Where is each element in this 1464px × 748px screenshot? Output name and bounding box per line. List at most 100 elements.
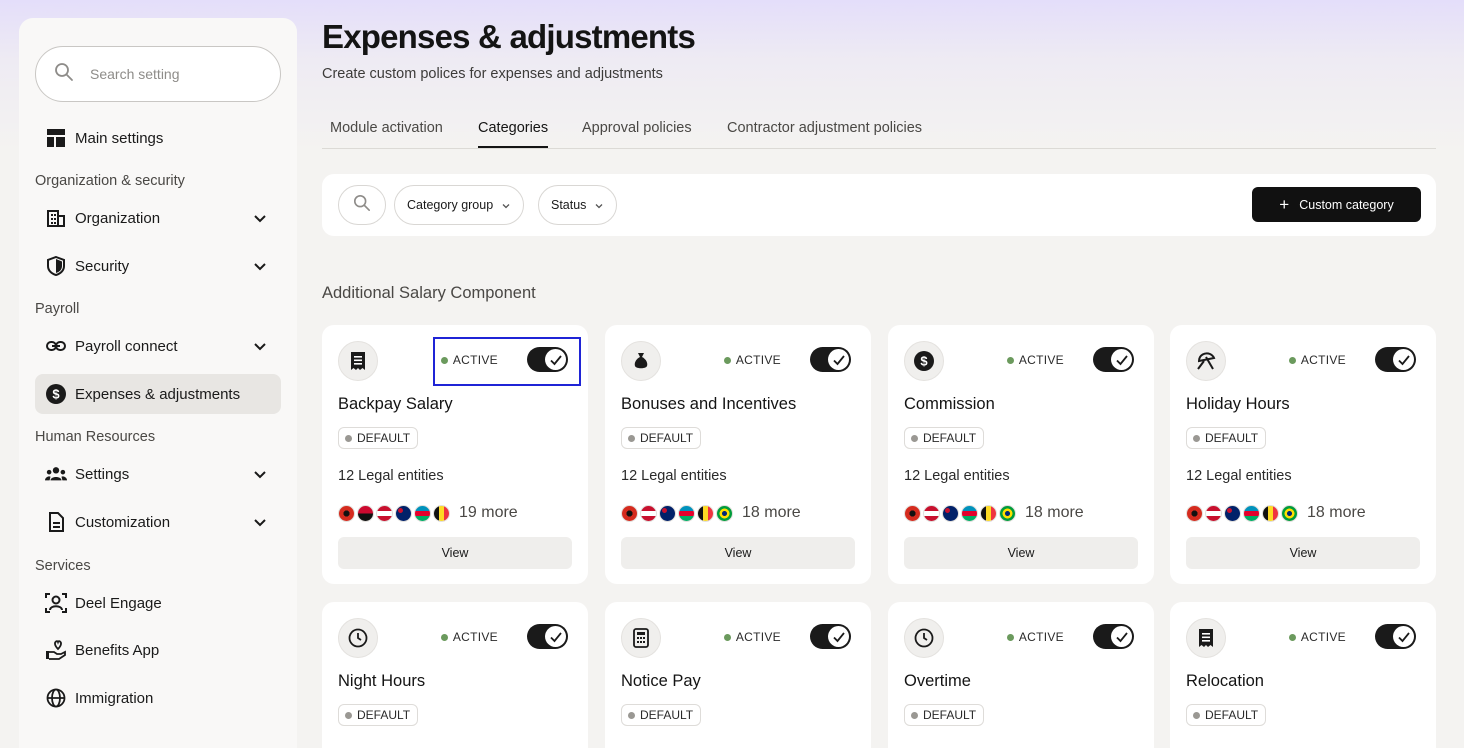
- status-text: ACTIVE: [1018, 630, 1064, 644]
- sidebar-item-payroll-connect[interactable]: Payroll connect: [35, 326, 281, 366]
- people-icon: [45, 463, 67, 485]
- badge-dot: [628, 434, 635, 442]
- category-name: Commission: [904, 395, 995, 413]
- filter-label: Status: [551, 198, 587, 212]
- legal-entities-count: 12 Legal entities: [338, 468, 444, 484]
- category-card: ACTIVE Notice Pay DEFAULT: [605, 602, 871, 748]
- default-badge: DEFAULT: [338, 704, 419, 726]
- tab-module-activation[interactable]: Module activation: [330, 120, 443, 146]
- badge-text: DEFAULT: [357, 431, 411, 445]
- flag-albania-icon: [621, 504, 638, 522]
- category-card: $ ACTIVE Commission DEFAULT 12 Legal ent…: [888, 325, 1154, 584]
- status-label: ACTIVE: [1006, 353, 1064, 367]
- tab-approval-policies[interactable]: Approval policies: [582, 120, 692, 146]
- chevron-down-icon[interactable]: [251, 337, 269, 355]
- sidebar-item-benefits-app[interactable]: Benefits App: [35, 630, 281, 670]
- sidebar-item-label: Organization: [75, 209, 161, 227]
- badge-text: DEFAULT: [1205, 431, 1259, 445]
- active-toggle[interactable]: [527, 624, 568, 649]
- badge-text: DEFAULT: [923, 708, 977, 722]
- status-text: ACTIVE: [735, 630, 781, 644]
- flag-belgium-icon: [433, 504, 450, 522]
- link-icon: [45, 335, 67, 357]
- badge-text: DEFAULT: [1205, 708, 1259, 722]
- clock-icon: [338, 618, 378, 658]
- flag-azerbaijan-icon: [678, 504, 695, 522]
- custom-category-button[interactable]: + Custom category: [1252, 187, 1421, 222]
- chevron-down-icon[interactable]: [251, 257, 269, 275]
- tab-contractor-adjustment-policies[interactable]: Contractor adjustment policies: [727, 120, 922, 146]
- category-card: ACTIVE Holiday Hours DEFAULT 12 Legal en…: [1170, 325, 1436, 584]
- chevron-down-icon[interactable]: [251, 465, 269, 483]
- active-dot: [723, 356, 731, 364]
- active-toggle[interactable]: [1375, 624, 1416, 649]
- category-card: ACTIVE Overtime DEFAULT: [888, 602, 1154, 748]
- legal-entities-count: 12 Legal entities: [621, 468, 727, 484]
- shield-icon: [45, 255, 67, 277]
- category-group-filter[interactable]: Category group: [394, 185, 525, 225]
- legal-entities-count: 12 Legal entities: [1186, 468, 1292, 484]
- money-bag-icon: [621, 341, 661, 381]
- default-badge: DEFAULT: [904, 704, 985, 726]
- chevron-down-icon[interactable]: [251, 209, 269, 227]
- view-button[interactable]: View: [338, 537, 572, 569]
- category-card: ACTIVE Backpay Salary DEFAULT 12 Legal e…: [322, 325, 588, 584]
- status-label: ACTIVE: [1288, 630, 1346, 644]
- sidebar-item-organization[interactable]: Organization: [35, 198, 281, 238]
- active-toggle[interactable]: [1093, 624, 1134, 649]
- default-badge: DEFAULT: [338, 427, 419, 449]
- flag-albania-icon: [904, 504, 921, 522]
- focus-highlight: [433, 337, 581, 386]
- sidebar-item-customization[interactable]: Customization: [35, 502, 281, 542]
- sidebar: Main settings Organization & security Or…: [19, 18, 297, 748]
- section-payroll: Payroll: [35, 301, 80, 317]
- search-setting-field[interactable]: [35, 46, 281, 102]
- default-badge: DEFAULT: [1186, 427, 1267, 449]
- flag-azerbaijan-icon: [961, 504, 978, 522]
- view-button[interactable]: View: [904, 537, 1138, 569]
- active-dot: [723, 633, 731, 641]
- badge-dot: [911, 711, 918, 719]
- flag-brazil-icon: [999, 504, 1016, 522]
- check-icon: [1111, 349, 1132, 370]
- search-button[interactable]: [338, 185, 386, 225]
- sidebar-item-immigration[interactable]: Immigration: [35, 678, 281, 718]
- active-toggle[interactable]: [810, 624, 851, 649]
- group-title: Additional Salary Component: [322, 284, 536, 302]
- default-badge: DEFAULT: [904, 427, 985, 449]
- sidebar-item-security[interactable]: Security: [35, 246, 281, 286]
- sidebar-item-expenses[interactable]: $ Expenses & adjustments: [35, 374, 281, 414]
- active-dot: [1288, 633, 1296, 641]
- flag-australia-icon: [942, 504, 959, 522]
- status-text: ACTIVE: [452, 630, 498, 644]
- check-icon: [1393, 349, 1414, 370]
- active-toggle[interactable]: [810, 347, 851, 372]
- sidebar-item-label: Customization: [75, 513, 171, 531]
- flag-azerbaijan-icon: [414, 504, 431, 522]
- active-toggle[interactable]: [1375, 347, 1416, 372]
- search-input[interactable]: [90, 66, 260, 82]
- default-badge: DEFAULT: [1186, 704, 1267, 726]
- active-dot: [1006, 356, 1014, 364]
- sidebar-item-deel-engage[interactable]: Deel Engage: [35, 583, 281, 623]
- status-filter[interactable]: Status: [538, 185, 618, 225]
- heart-hand-icon: [45, 639, 67, 661]
- view-button[interactable]: View: [621, 537, 855, 569]
- view-button[interactable]: View: [1186, 537, 1420, 569]
- globe-icon: [45, 687, 67, 709]
- sidebar-item-settings[interactable]: Settings: [35, 454, 281, 494]
- flag-australia-icon: [1224, 504, 1241, 522]
- status-label: ACTIVE: [440, 630, 498, 644]
- chevron-down-icon[interactable]: [251, 513, 269, 531]
- tab-categories[interactable]: Categories: [478, 120, 549, 148]
- legal-entities-count: 12 Legal entities: [904, 468, 1010, 484]
- active-toggle[interactable]: [1093, 347, 1134, 372]
- sidebar-item-label: Immigration: [75, 689, 154, 707]
- flag-brazil-icon: [1281, 504, 1298, 522]
- check-icon: [1111, 626, 1132, 647]
- badge-dot: [345, 434, 352, 442]
- flag-austria-icon: [923, 504, 940, 522]
- dollar-coin-icon: $: [45, 383, 67, 405]
- sidebar-item-main-settings[interactable]: Main settings: [35, 118, 281, 158]
- flag-australia-icon: [659, 504, 676, 522]
